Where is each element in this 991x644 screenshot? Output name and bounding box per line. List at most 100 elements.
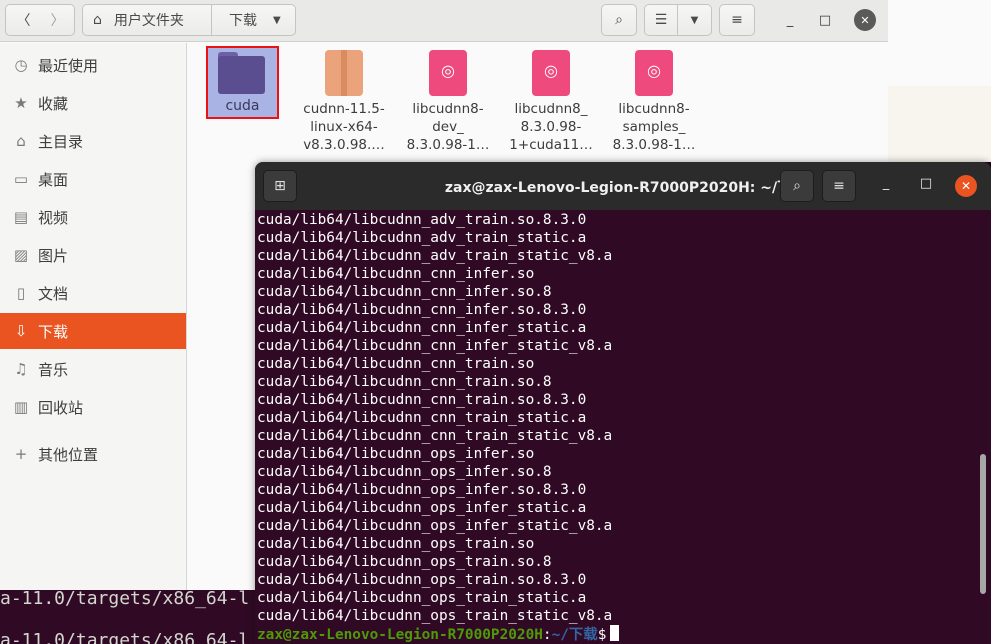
terminal-line: cuda/lib64/libcudnn_cnn_train.so [257, 356, 535, 372]
archive-icon [325, 50, 363, 96]
terminal-minimize-button[interactable]: _ [875, 176, 897, 191]
prompt-symbol: $ [597, 627, 607, 643]
terminal-line: cuda/lib64/libcudnn_ops_train.so.8 [257, 554, 552, 570]
home-icon: ⌂ [93, 12, 102, 28]
file-name-line: 8.3.0.98-1… [612, 137, 696, 153]
trash-icon: ▥ [13, 398, 29, 416]
new-tab-button[interactable]: ⊞ [263, 170, 297, 202]
sidebar-item-label: 收藏 [38, 94, 69, 113]
sidebar-item-pictures[interactable]: ▨ 图片 [0, 237, 186, 273]
terminal-line: cuda/lib64/libcudnn_ops_infer_static_v8.… [257, 518, 613, 534]
file-name-line: 8.3.0.98- [520, 119, 582, 135]
terminal-search-button[interactable]: ⌕ [780, 170, 814, 202]
sidebar-item-label: 音乐 [38, 360, 69, 379]
prompt-user: zax@zax-Lenovo-Legion-R7000P2020H [257, 627, 543, 643]
sidebar-item-documents[interactable]: ▯ 文档 [0, 275, 186, 311]
terminal-maximize-button[interactable]: □ [915, 176, 937, 191]
dropdown-arrow-icon: ▼ [273, 14, 281, 26]
clock-icon: ◷ [14, 56, 28, 74]
sidebar-item-videos[interactable]: ▤ 视频 [0, 199, 186, 235]
terminal-line: cuda/lib64/libcudnn_cnn_train.so.8 [257, 374, 552, 390]
chevron-right-icon: 〉 [50, 13, 65, 29]
file-manager-headerbar: 〈 〉 ⌂ 用户文件夹 下载 ▼ ⌕ ☰ ▼ ≡ _ □ ✕ [0, 0, 888, 42]
maximize-icon: □ [818, 12, 832, 28]
search-button[interactable]: ⌕ [601, 4, 637, 36]
terminal-line: cuda/lib64/libcudnn_ops_train.so.8.3.0 [257, 572, 587, 588]
view-list-button[interactable]: ☰ [644, 4, 678, 36]
path-bar-current[interactable]: 下载 ▼ [211, 4, 296, 36]
home-icon: ⌂ [16, 132, 26, 150]
file-name-line: samples_ [622, 119, 686, 135]
file-item-cudnn-archive[interactable]: cudnn-11.5- linux-x64- v8.3.0.98.… [296, 50, 392, 154]
file-name: cuda [225, 98, 260, 114]
close-button[interactable]: ✕ [854, 9, 876, 31]
sidebar-item-trash[interactable]: ▥ 回收站 [0, 389, 186, 425]
terminal-line: cuda/lib64/libcudnn_cnn_infer.so [257, 266, 535, 282]
sidebar-item-label: 图片 [38, 246, 69, 265]
sidebar-item-label: 回收站 [38, 398, 84, 417]
file-name-line: libcudnn8- [618, 101, 690, 117]
deb-package-icon: ◎ [429, 50, 467, 96]
terminal-line: cuda/lib64/libcudnn_ops_train_static.a [257, 590, 587, 606]
terminal-line: cuda/lib64/libcudnn_cnn_infer_static_v8.… [257, 338, 613, 354]
terminal-line: cuda/lib64/libcudnn_adv_train_static.a [257, 230, 587, 246]
minimize-button[interactable]: _ [778, 8, 802, 32]
hamburger-icon: ≡ [833, 178, 845, 194]
file-name-line: v8.3.0.98.… [303, 137, 385, 153]
prompt-separator: : [542, 627, 552, 643]
terminal-headerbar: ⊞ zax@zax-Lenovo-Legion-R7000P2020H: ~/下… [255, 162, 991, 210]
sidebar-item-label: 主目录 [38, 132, 84, 151]
terminal-line: cuda/lib64/libcudnn_ops_infer_static.a [257, 500, 587, 516]
terminal-line: cuda/lib64/libcudnn_cnn_infer_static.a [257, 320, 587, 336]
background-terminal-line: a-11.0/targets/x86_64-l [0, 630, 250, 644]
file-name-line: dev_ [432, 119, 464, 135]
sidebar-item-other-locations[interactable]: + 其他位置 [0, 436, 186, 472]
file-item-libcudnn8-dev[interactable]: ◎ libcudnn8- dev_ 8.3.0.98-1… [400, 50, 496, 154]
file-name-line: libcudnn8_ [514, 101, 588, 117]
close-icon: ✕ [860, 13, 870, 27]
hamburger-icon: ≡ [731, 12, 743, 28]
dropdown-arrow-icon: ▼ [690, 14, 699, 26]
file-name-line: linux-x64- [310, 119, 378, 135]
sidebar-item-home[interactable]: ⌂ 主目录 [0, 123, 186, 159]
maximize-button[interactable]: □ [813, 8, 837, 32]
sidebar-item-recent[interactable]: ◷ 最近使用 [0, 47, 186, 83]
terminal-close-button[interactable]: ✕ [955, 175, 977, 197]
sidebar-item-music[interactable]: ♫ 音乐 [0, 351, 186, 387]
file-name-line: libcudnn8- [412, 101, 484, 117]
sidebar-item-starred[interactable]: ★ 收藏 [0, 85, 186, 121]
terminal-menu-button[interactable]: ≡ [822, 170, 856, 202]
plus-icon: + [14, 445, 28, 463]
deb-package-icon: ◎ [532, 50, 570, 96]
terminal-line: cuda/lib64/libcudnn_ops_infer.so.8 [257, 464, 552, 480]
film-icon: ▤ [13, 208, 29, 226]
image-icon: ▨ [13, 246, 29, 264]
terminal-line: cuda/lib64/libcudnn_cnn_infer.so.8.3.0 [257, 302, 587, 318]
terminal-scrollbar[interactable] [980, 454, 986, 594]
terminal-title: zax@zax-Lenovo-Legion-R7000P2020H: ~/下载 [444, 180, 806, 196]
sidebar-item-desktop[interactable]: ▭ 桌面 [0, 161, 186, 197]
back-button[interactable]: 〈 [5, 4, 42, 36]
document-icon: ▯ [16, 284, 26, 302]
file-name-line: 8.3.0.98-1… [406, 137, 490, 153]
file-name-line: 1+cuda11… [509, 137, 593, 153]
forward-button[interactable]: 〉 [41, 4, 75, 36]
star-icon: ★ [14, 94, 28, 112]
view-options-button[interactable]: ▼ [678, 4, 712, 36]
sidebar-item-label: 最近使用 [38, 56, 99, 75]
path-current-label: 下载 [229, 13, 257, 29]
terminal-line: cuda/lib64/libcudnn_ops_infer.so.8.3.0 [257, 482, 587, 498]
path-bar-home[interactable]: ⌂ 用户文件夹 [82, 4, 212, 36]
new-tab-icon: ⊞ [274, 178, 286, 194]
sidebar-item-downloads[interactable]: ⇩ 下载 [0, 313, 186, 349]
terminal-line: cuda/lib64/libcudnn_ops_train.so [257, 536, 535, 552]
file-item-libcudnn8-samples[interactable]: ◎ libcudnn8- samples_ 8.3.0.98-1… [606, 50, 702, 154]
download-icon: ⇩ [14, 322, 28, 340]
file-item-cuda[interactable]: cuda [206, 46, 279, 119]
music-icon: ♫ [14, 360, 28, 378]
menu-button[interactable]: ≡ [719, 4, 755, 36]
terminal-output[interactable]: cuda/lib64/libcudnn_adv_train.so.8.3.0 c… [257, 211, 977, 643]
search-icon: ⌕ [615, 12, 623, 28]
file-item-libcudnn8[interactable]: ◎ libcudnn8_ 8.3.0.98- 1+cuda11… [503, 50, 599, 154]
terminal-cursor [610, 625, 620, 641]
